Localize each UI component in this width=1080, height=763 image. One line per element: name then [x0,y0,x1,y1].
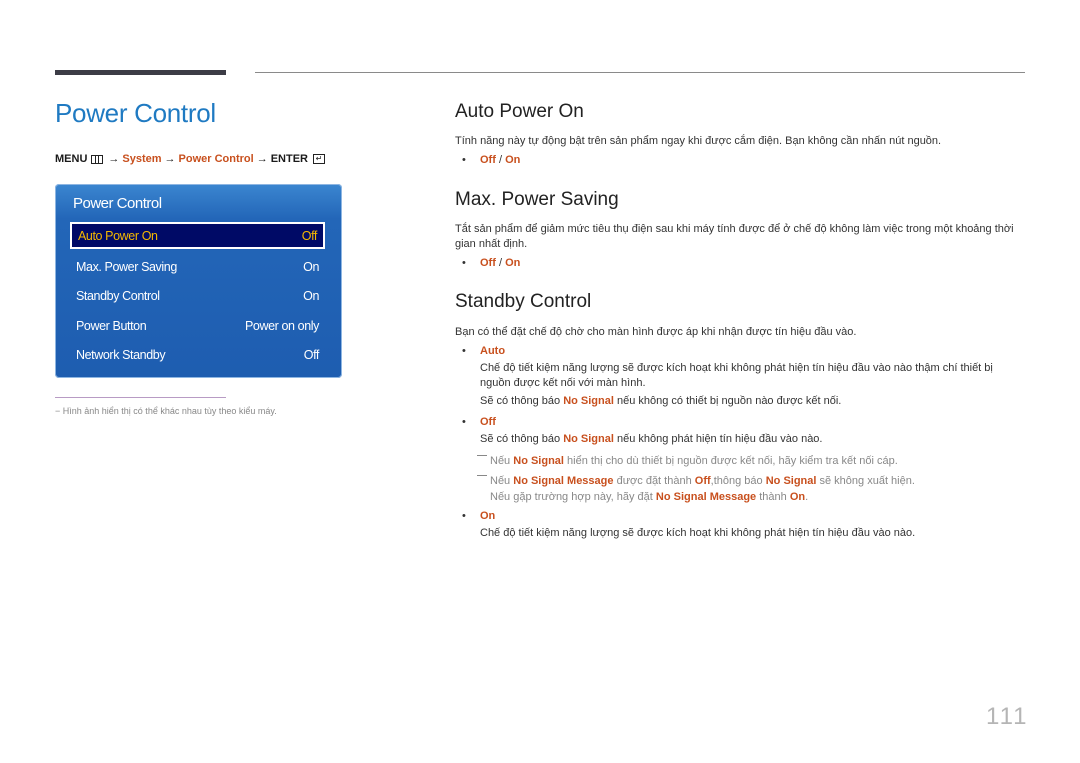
enter-icon: ↵ [312,154,325,164]
keyword-no-signal: No Signal [513,455,564,467]
text: ,thông báo [710,475,766,487]
option-off: Off [480,416,496,428]
note-2-line-2: Nếu gặp trường hợp này, hãy đặt No Signa… [477,489,1017,505]
options-auto-power-on: Off / On [480,154,520,166]
text: Nếu [490,475,514,487]
text: Sẽ có thông báo [480,395,564,407]
option-auto-msg: Sẽ có thông báo No Signal nếu không có t… [480,394,1015,409]
breadcrumb-system: System [122,153,162,165]
options-max-power-saving: Off / On [480,257,520,269]
menu-icon [91,154,104,164]
bullet-icon: • [462,510,466,522]
section-desc-standby-control: Bạn có thể đặt chế độ chờ cho màn hình đ… [455,326,857,338]
breadcrumb-arrow: → [256,153,268,165]
breadcrumb-arrow: → [164,153,176,165]
option-on-desc: Chế độ tiết kiệm năng lượng sẽ được kích… [480,527,916,539]
note-dash-icon [477,475,487,476]
note-dash-icon [477,455,487,456]
osd-item-value: Off [303,347,320,362]
option-off: Off [480,154,496,166]
breadcrumb: MENU → System → Power Control → ENTER ↵ [55,153,325,165]
osd-item-auto-power-on[interactable]: Auto Power On Off [70,222,325,249]
text: Nếu [490,455,514,467]
option-on: On [505,154,521,166]
note-2: Nếu No Signal Message được đặt thành Off… [477,473,1017,505]
keyword-on: On [789,491,806,503]
option-auto: Auto [480,345,506,357]
option-on: On [480,510,496,522]
section-desc-max-power-saving: Tắt sản phẩm để giảm mức tiêu thụ điện s… [455,223,1014,250]
osd-title: Power Control [73,195,162,212]
osd-menu-power-control: Power Control Auto Power On Off Max. Pow… [55,184,342,378]
section-desc-auto-power-on: Tính năng này tự động bật trên sản phẩm … [455,135,942,147]
text: sẽ không xuất hiện. [816,475,915,487]
osd-item-value: Off [301,228,318,243]
text: . [805,491,809,503]
osd-item-label: Network Standby [76,347,166,362]
keyword-no-signal: No Signal [563,433,614,445]
osd-item-value: On [303,259,319,274]
header-rule-thin [255,72,1025,73]
option-auto-desc: Chế độ tiết kiệm năng lượng sẽ được kích… [480,362,993,389]
page-title: Power Control [55,98,216,128]
osd-item-network-standby[interactable]: Network Standby Off [70,341,325,368]
osd-item-label: Max. Power Saving [76,259,177,274]
bullet-icon: • [462,257,466,269]
footnote: − Hình ảnh hiển thị có thể khác nhau tùy… [55,406,277,416]
text: nếu không phát hiện tín hiệu đầu vào nào… [613,433,823,445]
section-title-auto-power-on: Auto Power On [455,101,584,122]
osd-item-label: Power Button [76,318,147,333]
note-1: Nếu No Signal hiển thị cho dù thiết bị n… [477,453,1017,469]
section-title-max-power-saving: Max. Power Saving [455,189,619,210]
bullet-icon: • [462,416,466,428]
breadcrumb-enter: ENTER [270,153,308,165]
breadcrumb-arrow: → [108,153,120,165]
bullet-icon: • [462,154,466,166]
text: được đặt thành [613,475,695,487]
osd-item-value: Power on only [244,318,319,333]
osd-item-label: Standby Control [76,288,160,303]
option-off: Off [480,257,496,269]
keyword-no-signal: No Signal [765,475,817,487]
osd-item-standby-control[interactable]: Standby Control On [70,282,325,309]
keyword-no-signal-message: No Signal Message [655,491,757,503]
text: thành [756,491,790,503]
keyword-no-signal: No Signal [563,395,614,407]
text: hiển thị cho dù thiết bị nguồn được kết … [563,455,898,467]
breadcrumb-power-control: Power Control [178,153,254,165]
bullet-icon: • [462,345,466,357]
text: Sẽ có thông báo [480,433,564,445]
breadcrumb-menu: MENU [55,153,88,165]
keyword-off: Off [694,475,711,487]
osd-item-max-power-saving[interactable]: Max. Power Saving On [70,253,325,280]
osd-item-value: On [303,288,319,303]
footnote-divider [55,397,226,398]
option-on: On [505,257,521,269]
osd-item-power-button[interactable]: Power Button Power on only [70,312,325,339]
option-separator: / [495,257,506,269]
text: nếu không có thiết bị nguồn nào được kết… [613,395,842,407]
header-rule-thick [55,70,226,75]
text: Nếu gặp trường hợp này, hãy đặt [490,491,656,503]
page-number: 111 [986,703,1029,730]
keyword-no-signal-message: No Signal Message [513,475,614,487]
osd-item-label: Auto Power On [78,228,158,243]
option-separator: / [495,154,506,166]
section-title-standby-control: Standby Control [455,291,592,312]
option-off-msg: Sẽ có thông báo No Signal nếu không phát… [480,432,1015,447]
